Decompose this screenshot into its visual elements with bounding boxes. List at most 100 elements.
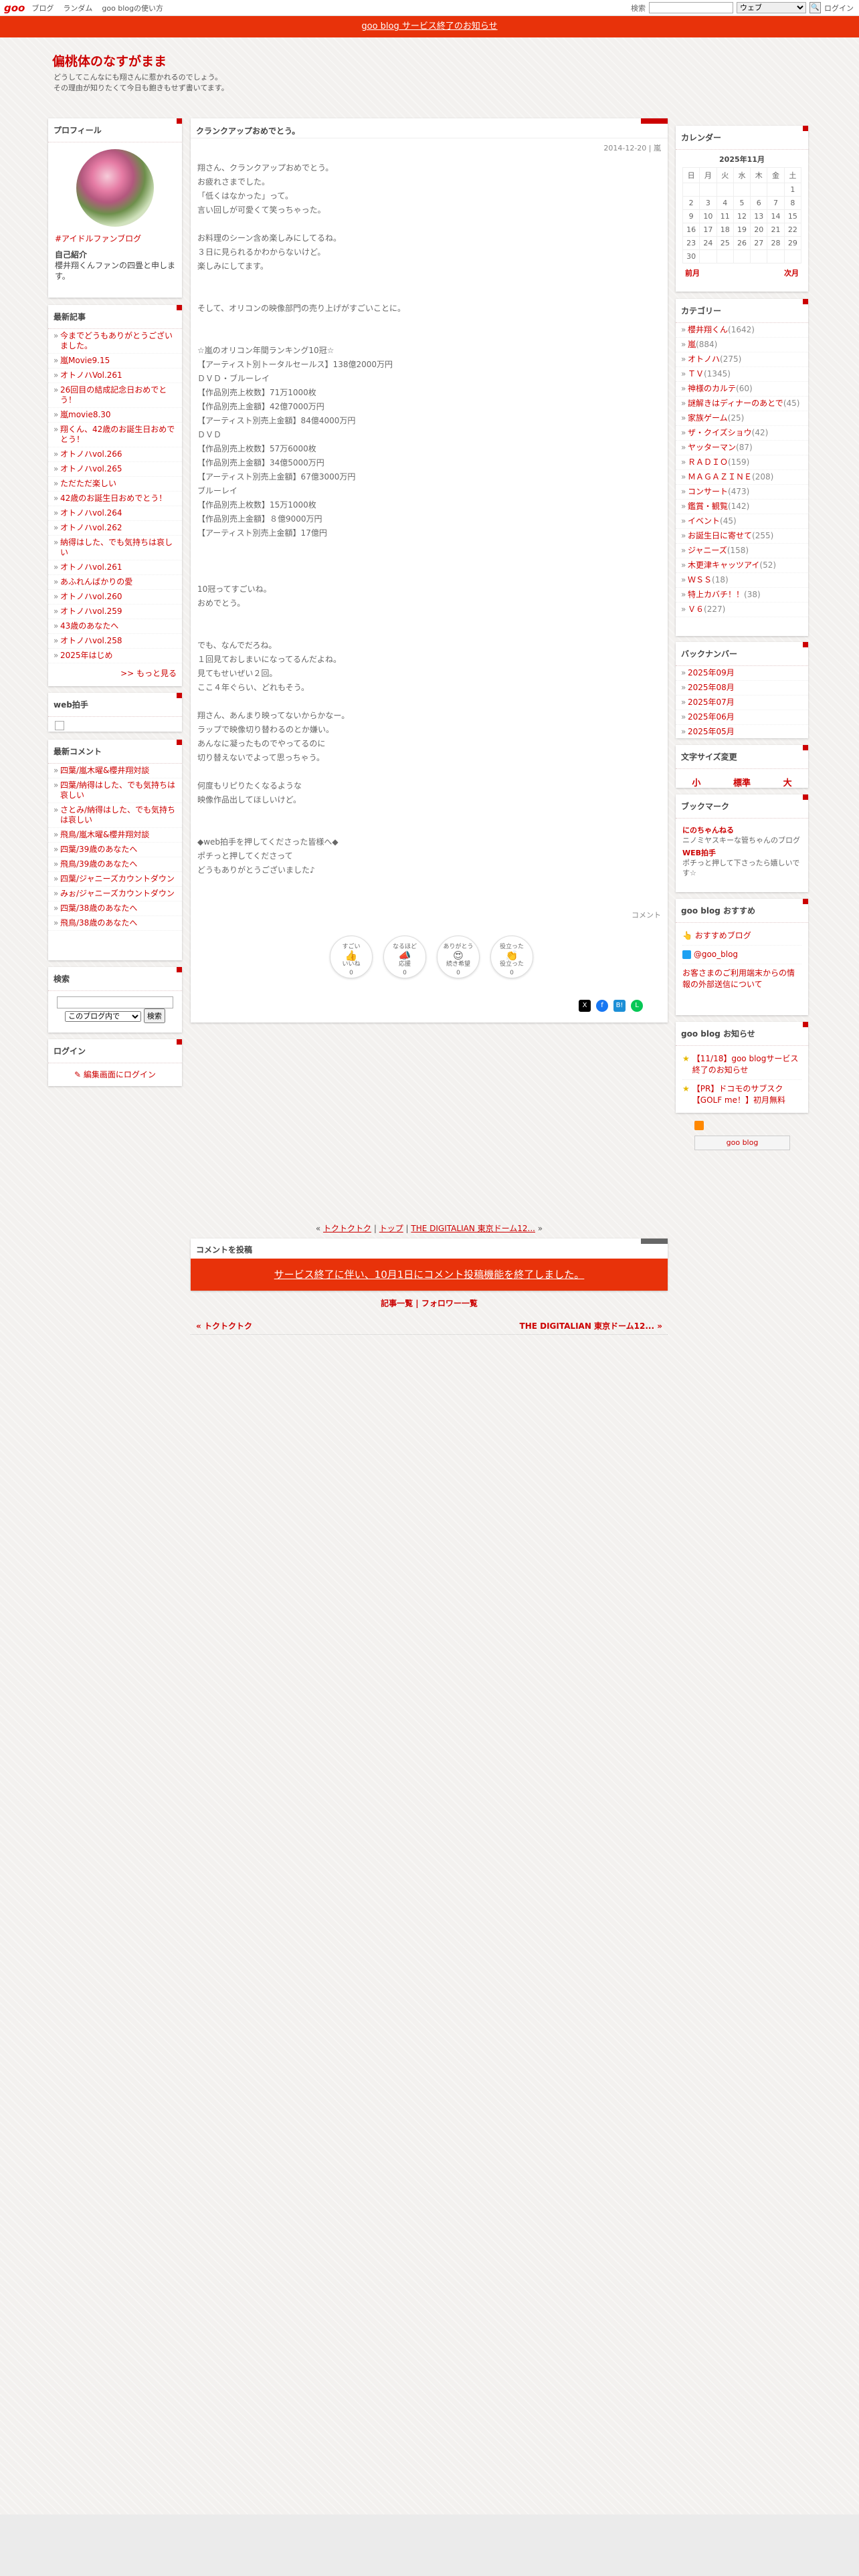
category-item[interactable]: ＲＡＤＩＯ(159) xyxy=(676,455,808,470)
comment-link[interactable]: コメント xyxy=(632,909,661,920)
next-post-link[interactable]: THE DIGITALIAN 東京ドーム12... xyxy=(411,1224,535,1233)
category-name[interactable]: オトノハ xyxy=(688,354,720,364)
follower-list-link[interactable]: フォロワー一覧 xyxy=(421,1299,478,1308)
blog-search-input[interactable] xyxy=(57,996,173,1008)
external-info-link[interactable]: お客さまのご利用端末からの情報の外部送信について xyxy=(682,968,795,989)
news-link-2[interactable]: 【PR】ドコモのサブスク【GOLF me！】初月無料 xyxy=(692,1083,801,1106)
recent-post-item[interactable]: 納得はした、でも気持ちは哀しい xyxy=(48,536,182,560)
category-name[interactable]: 特上カバチ！！ xyxy=(688,590,744,599)
recent-post-item[interactable]: 嵐Movie9.15 xyxy=(48,354,182,368)
recent-post-item[interactable]: オトノハvol.258 xyxy=(48,634,182,649)
category-item[interactable]: ヤッターマン(87) xyxy=(676,441,808,455)
category-item[interactable]: 櫻井翔くん(1642) xyxy=(676,323,808,338)
recent-post-item[interactable]: 嵐movie8.30 xyxy=(48,408,182,423)
category-name[interactable]: ＭＡＧＡＺＩＮＥ xyxy=(688,472,752,481)
search-type-select[interactable]: ウェブ xyxy=(737,2,806,13)
category-name[interactable]: ＲＡＤＩＯ xyxy=(688,457,728,467)
nav-blog[interactable]: ブログ xyxy=(31,3,54,13)
recent-post-item[interactable]: オトノハvol.261 xyxy=(48,560,182,575)
category-name[interactable]: 神様のカルテ xyxy=(688,384,736,393)
recent-post-item[interactable]: オトノハvol.259 xyxy=(48,605,182,619)
comment-item[interactable]: 飛鳥/38歳のあなたへ xyxy=(48,916,182,931)
bookmark-link-2[interactable]: WEB拍手 xyxy=(682,848,801,858)
article-title[interactable]: クランクアップおめでとう。 xyxy=(191,118,668,138)
category-name[interactable]: 木更津キャッツアイ xyxy=(688,560,759,570)
category-name[interactable]: お誕生日に寄せて xyxy=(688,531,752,540)
backnumber-item[interactable]: 2025年06月 xyxy=(676,710,808,725)
category-item[interactable]: イベント(45) xyxy=(676,514,808,529)
rss-icon[interactable] xyxy=(694,1121,704,1130)
recent-post-item[interactable]: 26回目の結成記念日おめでとう！ xyxy=(48,383,182,408)
x-share-icon[interactable]: X xyxy=(579,1000,591,1012)
comment-item[interactable]: 四葉/ジャニーズカウントダウン xyxy=(48,872,182,887)
category-item[interactable]: ジャニーズ(158) xyxy=(676,544,808,558)
news-link-1[interactable]: 【11/18】goo blogサービス終了のお知らせ xyxy=(692,1053,801,1076)
category-name[interactable]: ＴＶ xyxy=(688,369,704,379)
twitter-link[interactable]: @goo_blog xyxy=(694,950,738,959)
search-input[interactable] xyxy=(649,2,733,13)
backnumber-item[interactable]: 2025年08月 xyxy=(676,681,808,695)
category-item[interactable]: 神様のカルテ(60) xyxy=(676,382,808,397)
prev-entry-link[interactable]: « トクトクトク xyxy=(196,1320,252,1334)
blog-title[interactable]: 偏桃体のなすがまま xyxy=(52,51,167,70)
comment-item[interactable]: 四葉/嵐木曜&櫻井翔対談 xyxy=(48,764,182,778)
search-icon[interactable]: 🔍 xyxy=(809,2,821,13)
category-name[interactable]: 嵐 xyxy=(688,340,696,349)
recent-post-item[interactable]: 翔くん、42歳のお誕生日おめでとう！ xyxy=(48,423,182,447)
search-scope-select[interactable]: このブログ内で xyxy=(65,1011,142,1022)
recent-post-item[interactable]: オトノハVol.261 xyxy=(48,368,182,383)
reaction-button[interactable]: ありがとう 😍 続き希望 0 xyxy=(437,936,480,978)
blog-search-button[interactable]: 検索 xyxy=(143,1008,165,1023)
service-end-link[interactable]: goo blog サービス終了のお知らせ xyxy=(361,21,497,31)
nav-howto[interactable]: goo blogの使い方 xyxy=(102,3,163,13)
category-name[interactable]: 櫻井翔くん xyxy=(688,325,728,334)
next-month-link[interactable]: 次月 xyxy=(784,267,799,278)
font-large-button[interactable]: 大 xyxy=(783,776,792,788)
comment-item[interactable]: 四葉/39歳のあなたへ xyxy=(48,843,182,857)
web-clap-image[interactable] xyxy=(55,721,64,730)
recent-post-item[interactable]: オトノハvol.260 xyxy=(48,590,182,605)
category-item[interactable]: ＴＶ(1345) xyxy=(676,367,808,382)
category-name[interactable]: Ｖ６ xyxy=(688,605,704,614)
login-link[interactable]: ログイン xyxy=(824,3,854,13)
recent-post-item[interactable]: ただただ楽しい xyxy=(48,477,182,492)
category-item[interactable]: ザ・クイズショウ(42) xyxy=(676,426,808,441)
category-item[interactable]: ＭＡＧＡＺＩＮＥ(208) xyxy=(676,470,808,485)
category-name[interactable]: ヤッターマン xyxy=(688,443,736,452)
reaction-button[interactable]: 役立った 👏 役立った 0 xyxy=(490,936,533,978)
goo-blog-footer-logo[interactable]: goo blog xyxy=(694,1136,790,1150)
more-link[interactable]: >> もっと見る xyxy=(48,663,182,683)
prev-post-link[interactable]: トクトクトク xyxy=(323,1224,371,1233)
recent-post-item[interactable]: オトノハvol.266 xyxy=(48,447,182,462)
category-name[interactable]: ＷＳＳ xyxy=(688,575,712,584)
recommend-blog-link[interactable]: おすすめブログ xyxy=(695,931,751,940)
comment-item[interactable]: 飛鳥/嵐木曜&櫻井翔対談 xyxy=(48,828,182,843)
recent-post-item[interactable]: 42歳のお誕生日おめでとう！ xyxy=(48,492,182,506)
category-item[interactable]: 特上カバチ！！(38) xyxy=(676,588,808,603)
backnumber-item[interactable]: 2025年05月 xyxy=(676,725,808,740)
category-item[interactable]: オトノハ(275) xyxy=(676,352,808,367)
recent-post-item[interactable]: 43歳のあなたへ xyxy=(48,619,182,634)
facebook-share-icon[interactable]: f xyxy=(596,1000,608,1012)
reaction-button[interactable]: なるほど 📣 応援 0 xyxy=(383,936,426,978)
next-entry-link[interactable]: THE DIGITALIAN 東京ドーム12... » xyxy=(520,1320,662,1334)
backnumber-item[interactable]: 2025年07月 xyxy=(676,695,808,710)
comment-item[interactable]: みぉ/ジャニーズカウントダウン xyxy=(48,887,182,901)
recent-post-item[interactable]: オトノハvol.262 xyxy=(48,521,182,536)
category-name[interactable]: ザ・クイズショウ xyxy=(688,428,752,437)
top-link[interactable]: トップ xyxy=(379,1224,403,1233)
comment-item[interactable]: さとみ/納得はした、でも気持ちは哀しい xyxy=(48,803,182,828)
category-item[interactable]: 謎解きはディナーのあとで(45) xyxy=(676,397,808,411)
font-normal-button[interactable]: 標準 xyxy=(733,776,751,788)
category-name[interactable]: 家族ゲーム xyxy=(688,413,728,423)
category-item[interactable]: Ｖ６(227) xyxy=(676,603,808,617)
font-small-button[interactable]: 小 xyxy=(692,776,700,788)
comment-item[interactable]: 四葉/納得はした、でも気持ちは哀しい xyxy=(48,778,182,803)
comment-ended-notice[interactable]: サービス終了に伴い、10月1日にコメント投稿機能を終了しました。 xyxy=(191,1259,668,1291)
edit-login-link[interactable]: 編集画面にログイン xyxy=(84,1070,156,1079)
recent-post-item[interactable]: オトノハvol.264 xyxy=(48,506,182,521)
backnumber-item[interactable]: 2025年09月 xyxy=(676,666,808,681)
reaction-button[interactable]: すごい 👍 いいね 0 xyxy=(330,936,373,978)
category-item[interactable]: お誕生日に寄せて(255) xyxy=(676,529,808,544)
recent-post-item[interactable]: 2025年はじめ xyxy=(48,649,182,663)
